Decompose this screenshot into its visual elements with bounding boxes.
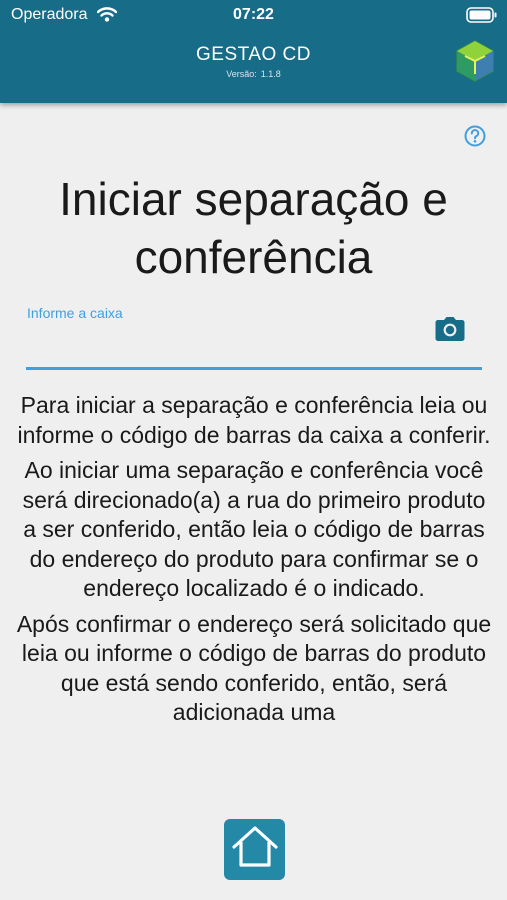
question-circle-icon[interactable] bbox=[464, 125, 486, 152]
instruction-paragraph: Para iniciar a separação e conferência l… bbox=[17, 392, 491, 448]
app-header: Operadora 07:22 GESTAO CD Versão: 1.1.8 bbox=[0, 0, 507, 103]
cube-logo-icon bbox=[452, 38, 498, 89]
instruction-paragraph: Após confirmar o endereço será solicitad… bbox=[16, 610, 492, 726]
app-title: GESTAO CD bbox=[196, 44, 311, 65]
instruction-paragraph: Ao iniciar uma separação e conferência v… bbox=[22, 457, 486, 601]
page-title-line1: Iniciar separação e bbox=[59, 173, 448, 225]
page-title: Iniciar separação e conferência bbox=[0, 170, 507, 286]
version-number: 1.1.8 bbox=[260, 69, 281, 79]
page-title-line2: conferência bbox=[134, 231, 373, 283]
camera-icon[interactable] bbox=[435, 316, 465, 342]
battery-icon bbox=[466, 7, 498, 28]
home-icon bbox=[231, 825, 279, 874]
box-field-label: Informe a caixa bbox=[27, 305, 123, 321]
instructions: Para iniciar a separação e conferência l… bbox=[14, 391, 494, 734]
version-label: Versão: bbox=[226, 69, 257, 79]
home-button[interactable] bbox=[224, 819, 285, 880]
status-time: 07:22 bbox=[233, 6, 274, 23]
status-bar: Operadora 07:22 bbox=[0, 0, 507, 32]
box-input[interactable] bbox=[26, 330, 430, 366]
app-version: Versão: 1.1.8 bbox=[0, 69, 507, 79]
box-input-underline bbox=[26, 367, 482, 370]
